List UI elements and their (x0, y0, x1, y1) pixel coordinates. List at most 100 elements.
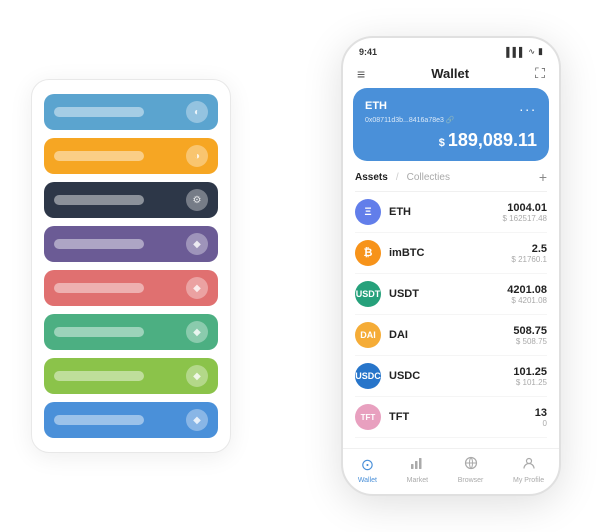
tab-divider: / (396, 172, 399, 183)
eth-value: 189,089.11 (448, 130, 537, 150)
card-item-icon: ◆ (186, 409, 208, 431)
market-tab-icon (410, 456, 424, 475)
tft-usd: 0 (535, 419, 547, 428)
dai-usd: $ 508.75 (513, 337, 547, 346)
usdc-amounts: 101.25 $ 101.25 (513, 366, 547, 387)
asset-row-usdc[interactable]: USDC USDC 101.25 $ 101.25 (355, 356, 547, 397)
imbtc-qty: 2.5 (511, 243, 547, 255)
tft-amounts: 13 0 (535, 407, 547, 428)
dai-qty: 508.75 (513, 325, 547, 337)
card-item[interactable]: ◆ (44, 270, 218, 306)
wallet-tab-label: Wallet (358, 477, 377, 484)
imbtc-amounts: 2.5 $ 21760.1 (511, 243, 547, 264)
menu-icon[interactable]: ≡ (357, 66, 365, 82)
asset-row-eth[interactable]: Ξ ETH 1004.01 $ 162517.48 (355, 192, 547, 233)
card-item[interactable]: ◆ (44, 358, 218, 394)
eth-logo: Ξ (355, 199, 381, 225)
card-item[interactable]: ◆ (44, 314, 218, 350)
browser-tab-label: Browser (458, 477, 484, 484)
usdt-qty: 4201.08 (507, 284, 547, 296)
card-stack: ◐ ◑ ⚙ ◆ ◆ ◆ ◆ ◆ (31, 79, 231, 453)
profile-tab-icon (522, 456, 536, 475)
imbtc-usd: $ 21760.1 (511, 255, 547, 264)
card-item[interactable]: ⚙ (44, 182, 218, 218)
card-item-icon: ◆ (186, 365, 208, 387)
eth-more-button[interactable]: ... (519, 98, 537, 114)
dai-name: DAI (389, 329, 513, 341)
eth-qty: 1004.01 (503, 202, 548, 214)
currency-symbol: $ (439, 137, 445, 149)
card-item-icon: ◆ (186, 233, 208, 255)
asset-list: Ξ ETH 1004.01 $ 162517.48 ₿ imBTC 2.5 $ … (343, 192, 559, 448)
card-item[interactable]: ◆ (44, 226, 218, 262)
tab-assets[interactable]: Assets (355, 172, 388, 183)
add-asset-button[interactable]: + (539, 169, 547, 185)
usdc-name: USDC (389, 370, 513, 382)
expand-icon[interactable]: ⛶ (535, 65, 545, 82)
eth-amount: $189,089.11 (365, 130, 537, 151)
usdt-amounts: 4201.08 $ 4201.08 (507, 284, 547, 305)
tft-logo: TFT (355, 404, 381, 430)
eth-card[interactable]: ETH ... 0x08711d3b...8416a78e3 🔗 $189,08… (353, 88, 549, 161)
tabs-left: Assets / Collecties (355, 172, 450, 183)
card-item-icon: ◑ (186, 145, 208, 167)
card-item-text (54, 107, 144, 117)
tab-profile[interactable]: My Profile (513, 456, 544, 484)
nav-title: Wallet (431, 66, 469, 81)
card-item-text (54, 195, 144, 205)
wifi-icon: ∿ (528, 47, 535, 56)
bottom-bar: ⊙ Wallet Market (343, 448, 559, 494)
status-time: 9:41 (359, 47, 377, 57)
wallet-tab-icon: ⊙ (361, 455, 374, 475)
tft-qty: 13 (535, 407, 547, 419)
imbtc-logo: ₿ (355, 240, 381, 266)
asset-row-usdt[interactable]: USDT USDT 4201.08 $ 4201.08 (355, 274, 547, 315)
asset-row-tft[interactable]: TFT TFT 13 0 (355, 397, 547, 438)
card-item[interactable]: ◑ (44, 138, 218, 174)
card-item-text (54, 151, 144, 161)
tab-market[interactable]: Market (407, 456, 428, 484)
card-item-text (54, 415, 144, 425)
phone-mockup: 9:41 ▌▌▌ ∿ ▮ ≡ Wallet ⛶ ETH ... 0x08711d… (341, 36, 561, 496)
usdt-name: USDT (389, 288, 507, 300)
card-item[interactable]: ◆ (44, 402, 218, 438)
eth-amounts: 1004.01 $ 162517.48 (503, 202, 548, 223)
eth-name: ETH (389, 206, 503, 218)
usdt-logo: USDT (355, 281, 381, 307)
usdt-usd: $ 4201.08 (507, 296, 547, 305)
card-item-icon: ◐ (186, 101, 208, 123)
dai-logo: DAI (355, 322, 381, 348)
tab-collecties[interactable]: Collecties (407, 172, 450, 183)
profile-tab-label: My Profile (513, 477, 544, 484)
eth-usd: $ 162517.48 (503, 214, 548, 223)
tab-wallet[interactable]: ⊙ Wallet (358, 455, 377, 484)
asset-row-imbtc[interactable]: ₿ imBTC 2.5 $ 21760.1 (355, 233, 547, 274)
eth-card-header: ETH ... (365, 98, 537, 114)
card-item-text (54, 371, 144, 381)
asset-row-dai[interactable]: DAI DAI 508.75 $ 508.75 (355, 315, 547, 356)
card-item-icon: ◆ (186, 321, 208, 343)
signal-icon: ▌▌▌ (506, 47, 525, 57)
card-item-text (54, 283, 144, 293)
browser-tab-icon (464, 456, 478, 475)
nav-bar: ≡ Wallet ⛶ (343, 61, 559, 88)
status-icons: ▌▌▌ ∿ ▮ (506, 46, 543, 57)
eth-label: ETH (365, 100, 387, 112)
imbtc-name: imBTC (389, 247, 511, 259)
card-item[interactable]: ◐ (44, 94, 218, 130)
eth-address: 0x08711d3b...8416a78e3 🔗 (365, 116, 537, 124)
tab-browser[interactable]: Browser (458, 456, 484, 484)
usdc-usd: $ 101.25 (513, 378, 547, 387)
scene: ◐ ◑ ⚙ ◆ ◆ ◆ ◆ ◆ (11, 11, 591, 521)
card-item-icon: ⚙ (186, 189, 208, 211)
usdc-qty: 101.25 (513, 366, 547, 378)
battery-icon: ▮ (538, 46, 543, 57)
status-bar: 9:41 ▌▌▌ ∿ ▮ (343, 38, 559, 61)
card-item-text (54, 239, 144, 249)
card-item-icon: ◆ (186, 277, 208, 299)
assets-tabs: Assets / Collecties + (343, 169, 559, 191)
dai-amounts: 508.75 $ 508.75 (513, 325, 547, 346)
tft-name: TFT (389, 411, 535, 423)
market-tab-label: Market (407, 477, 428, 484)
usdc-logo: USDC (355, 363, 381, 389)
